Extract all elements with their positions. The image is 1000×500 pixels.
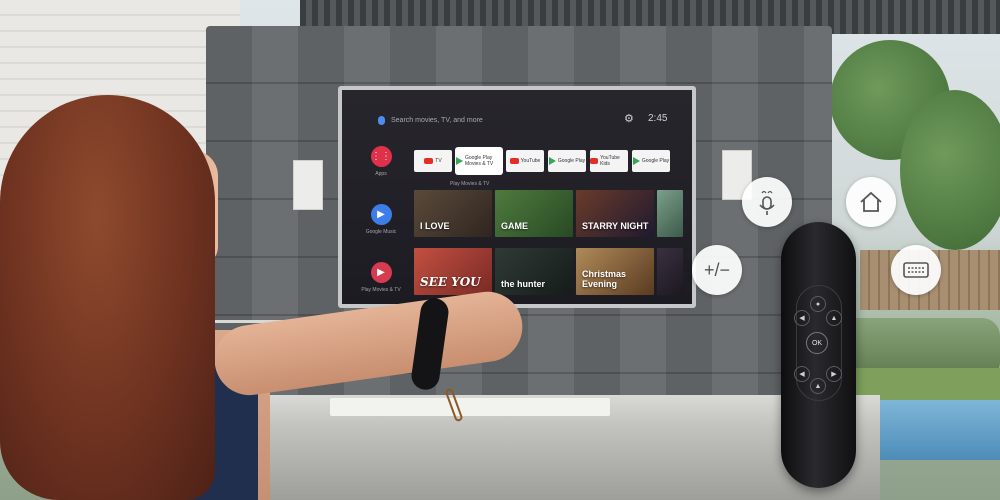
garden-tree	[900, 90, 1000, 250]
content-thumbnail[interactable]: SEE YOU	[414, 248, 492, 295]
side-app-icon: ▶	[370, 262, 392, 283]
remote-mic-button[interactable]: ●	[810, 296, 826, 312]
youtube-icon	[424, 158, 434, 164]
remote-back-button[interactable]: ◀	[794, 310, 810, 326]
swimming-pool	[860, 400, 1000, 460]
app-tile[interactable]: YouTube Kids	[590, 150, 628, 172]
remote-vol-down-button[interactable]: ◀	[794, 366, 810, 382]
android-tv-home-screen: Search movies, TV, and more ⚙ 2:45 ⋮⋮ App…	[342, 90, 692, 304]
voice-mic-icon	[759, 190, 775, 215]
keyboard-feature-badge	[891, 245, 941, 295]
content-row-2: SEE YOU the hunter Christmas Evening	[414, 248, 683, 295]
app-tile-label: YouTube Kids	[600, 155, 620, 167]
app-row: TV Google Play Movies & TV YouTube Google P…	[414, 148, 670, 174]
side-app-label: Google Music	[365, 229, 397, 235]
thumbnail-title: the hunter	[501, 279, 545, 289]
side-app[interactable]: ▶ Google Music	[360, 204, 402, 254]
youtube-icon	[509, 158, 519, 164]
google-play-icon	[632, 157, 640, 165]
remote-vol-up-button[interactable]: ▶	[826, 366, 842, 382]
volume-plus-minus-icon: +/−	[703, 259, 731, 280]
volume-feature-badge: +/−	[692, 245, 742, 295]
remote-home-button[interactable]: ▲	[826, 310, 842, 326]
thumbnail-title: I LOVE	[420, 221, 450, 231]
mic-icon[interactable]	[378, 116, 385, 125]
content-row-1: I LOVE GAME STARRY NIGHT	[414, 190, 683, 237]
search-placeholder: Search movies, TV, and more	[391, 117, 483, 124]
voice-feature-badge	[742, 177, 792, 227]
side-app-icon: ▶	[370, 204, 392, 225]
clock: 2:45	[648, 113, 668, 124]
content-thumbnail[interactable]: STARRY NIGHT	[576, 190, 654, 237]
search-bar[interactable]: Search movies, TV, and more	[378, 116, 483, 125]
remote-menu-button[interactable]: ▲	[810, 378, 826, 394]
app-tile[interactable]: TV	[414, 150, 452, 172]
app-tile[interactable]: YouTube	[506, 150, 544, 172]
side-app-label: Play Movies & TV	[361, 287, 401, 293]
thumbnail-title: SEE YOU	[420, 275, 481, 289]
remote-ok-button[interactable]: OK	[806, 332, 828, 354]
content-thumbnail[interactable]: Christmas Evening	[576, 248, 654, 295]
hair	[0, 95, 215, 500]
thumbnail-title: Christmas Evening	[582, 269, 627, 289]
app-tile[interactable]: Google Play	[548, 150, 586, 172]
side-app-column: ⋮⋮ Apps ▶ Google Music ▶ Play Movies & TV	[360, 146, 402, 304]
app-tile[interactable]: Google Play	[632, 150, 670, 172]
app-tile-label: TV	[435, 158, 442, 164]
keyboard-icon	[903, 262, 929, 278]
app-tile-label: Google Play Movies & TV	[465, 155, 494, 167]
gear-icon[interactable]: ⚙	[624, 112, 634, 125]
thumbnail-title: STARRY NIGHT	[582, 221, 649, 231]
side-app-icon: ⋮⋮	[370, 146, 392, 167]
outdoor-tv: Search movies, TV, and more ⚙ 2:45 ⋮⋮ App…	[338, 86, 696, 308]
app-tile-label: Google Play	[557, 158, 586, 164]
side-app[interactable]: ⋮⋮ Apps	[360, 146, 402, 196]
google-play-icon	[548, 157, 556, 165]
wall-light-left	[293, 160, 323, 210]
focused-app-label: Play Movies & TV	[450, 181, 490, 187]
patio-table	[330, 398, 610, 416]
content-thumbnail[interactable]	[657, 248, 683, 295]
content-thumbnail[interactable]: I LOVE	[414, 190, 492, 237]
youtube-icon	[590, 158, 599, 164]
app-tile-label: Google Play	[641, 158, 670, 164]
google-play-icon	[456, 157, 463, 165]
content-thumbnail[interactable]	[657, 190, 683, 237]
home-icon	[860, 191, 882, 212]
side-app[interactable]: ▶ Play Movies & TV	[360, 262, 402, 304]
content-thumbnail[interactable]: the hunter	[495, 248, 573, 295]
app-tile-label: YouTube	[520, 158, 541, 164]
thumbnail-title: GAME	[501, 221, 528, 231]
content-thumbnail[interactable]: GAME	[495, 190, 573, 237]
side-app-label: Apps	[375, 171, 387, 177]
home-feature-badge	[846, 177, 896, 227]
app-tile[interactable]: Google Play Movies & TV	[456, 148, 502, 174]
